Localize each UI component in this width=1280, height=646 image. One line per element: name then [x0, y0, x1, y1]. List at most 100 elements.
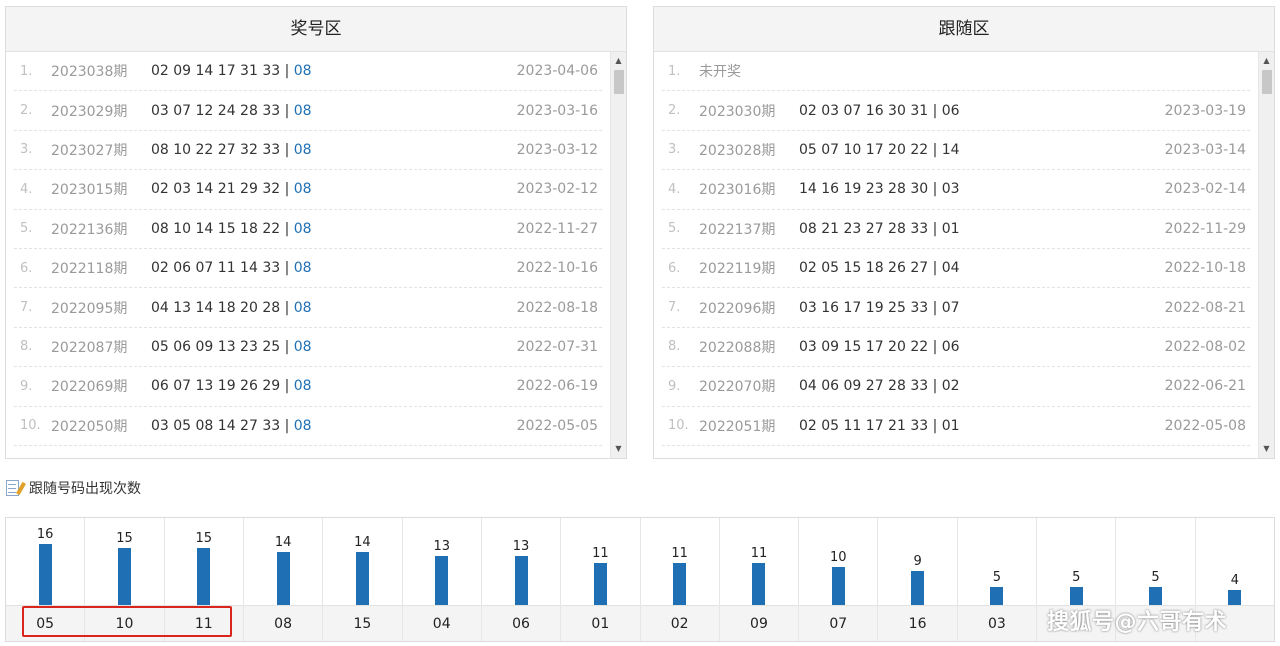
list-item: 1. 2023038期 02 09 14 17 31 33 | 08 2023-04-… [14, 52, 602, 92]
draw-date: 2022-05-08 [1164, 417, 1246, 434]
bar-area: 5 [958, 518, 1036, 606]
draw-date: 2022-05-05 [516, 417, 598, 434]
row-index: 6. [668, 260, 681, 276]
issue-number: 2022070期 [699, 379, 776, 396]
row-index: 7. [20, 300, 33, 316]
panel-title: 跟随区 [654, 7, 1274, 52]
list-item: 2. 2023030期 02 03 07 16 30 31 | 06 2023-03-… [662, 91, 1250, 131]
blue-number: 08 [293, 260, 312, 277]
list-item: 9. 2022069期 06 07 13 19 26 29 | 08 2022-06-… [14, 367, 602, 407]
draw-date: 2023-03-16 [516, 102, 598, 119]
category-label: 16 [878, 605, 957, 641]
scrollbar[interactable]: ▲ ▼ [610, 52, 626, 458]
list-item: 6. 2022119期 02 05 15 18 26 27 | 04 2022-10-… [662, 249, 1250, 289]
red-numbers: 03 07 12 24 28 33 | [151, 102, 294, 119]
red-numbers: 02 03 14 21 29 32 | [151, 181, 294, 198]
scroll-up-arrow-icon[interactable]: ▲ [1259, 54, 1274, 68]
chart-bar [911, 571, 925, 606]
follow-number-panel: 跟随区 1. 未开奖 2. 2023030期 02 03 07 16 30 31 |… [653, 6, 1275, 459]
chart-bar [990, 587, 1004, 606]
chart-column: 14 15 [323, 518, 403, 641]
list-item: 5. 2022136期 08 10 14 15 18 22 | 08 2022-11-… [14, 210, 602, 249]
draw-numbers: 06 07 13 19 26 29 | 08 [151, 378, 502, 394]
issue-number: 2022118期 [51, 261, 128, 278]
issue-number: 2023027期 [51, 142, 128, 159]
chart-bar [276, 552, 290, 606]
watermark: 搜狐号@六哥有术 [1047, 610, 1228, 635]
bar-value-label: 10 [830, 550, 847, 565]
prize-number-panel: 奖号区 1. 2023038期 02 09 14 17 31 33 | 08 2023… [5, 6, 627, 459]
row-index: 6. [20, 260, 33, 276]
draw-numbers: 05 06 09 13 23 25 | 08 [151, 339, 502, 355]
draw-date: 2022-11-27 [516, 220, 598, 237]
category-label: 07 [799, 605, 878, 641]
bar-value-label: 13 [512, 539, 530, 554]
draw-date: 2023-03-19 [1164, 102, 1246, 119]
bar-area: 11 [641, 518, 719, 606]
not-drawn-label: 未开奖 [699, 64, 741, 81]
scroll-thumb[interactable] [614, 70, 624, 94]
row-index: 8. [668, 339, 681, 355]
list-item: 6. 2022118期 02 06 07 11 14 33 | 08 2022-10-… [14, 249, 602, 289]
blue-number: 08 [293, 63, 312, 80]
issue-number: 2022050期 [51, 418, 128, 435]
bar-value-label: 13 [433, 539, 450, 554]
list-item: 7. 2022095期 04 13 14 18 20 28 | 08 2022-08-… [14, 288, 602, 328]
issue-number: 2022069期 [51, 379, 128, 396]
prize-list: 1. 2023038期 02 09 14 17 31 33 | 08 2023-04-… [6, 52, 610, 458]
row-index: 8. [20, 339, 33, 355]
category-label: 15 [323, 605, 402, 641]
chart-column: 11 01 [561, 518, 641, 641]
row-index: 1. [20, 63, 33, 79]
chart-column: 14 08 [243, 518, 324, 641]
row-index: 5. [20, 221, 33, 237]
chart-column: 9 16 [878, 518, 958, 641]
chart-bar [752, 563, 766, 606]
bar-value-label: 11 [592, 546, 609, 561]
red-numbers: 04 13 14 18 20 28 | [151, 299, 294, 316]
list-item: 8. 2022087期 05 06 09 13 23 25 | 08 2022-07-… [14, 328, 602, 368]
draw-date: 2023-02-12 [516, 181, 598, 198]
draw-numbers: 02 05 11 17 21 33 | 01 [799, 417, 960, 434]
list-item: 3. 2023027期 08 10 22 27 32 33 | 08 2023-03-… [14, 131, 602, 171]
category-label: 01 [561, 605, 640, 641]
scroll-down-arrow-icon[interactable]: ▼ [611, 442, 626, 456]
section-heading: 跟随号码出现次数 [5, 477, 141, 499]
chart-bar [197, 548, 211, 606]
draw-numbers: 04 13 14 18 20 28 | 08 [151, 300, 502, 316]
scroll-up-arrow-icon[interactable]: ▲ [611, 54, 626, 68]
scroll-thumb[interactable] [1262, 70, 1272, 94]
scroll-down-arrow-icon[interactable]: ▼ [1259, 442, 1274, 456]
bar-value-label: 9 [913, 554, 922, 569]
bar-area: 13 [403, 518, 481, 606]
draw-numbers: 04 06 09 27 28 33 | 02 [799, 378, 960, 395]
issue-number: 2022096期 [699, 300, 776, 317]
draw-date: 2022-07-31 [516, 338, 598, 355]
bar-area: 14 [323, 518, 401, 606]
draw-numbers: 03 05 08 14 27 33 | 08 [151, 418, 502, 434]
blue-number: 08 [293, 102, 312, 119]
bar-area: 11 [561, 518, 639, 606]
red-numbers: 02 06 07 11 14 33 | [151, 260, 294, 277]
category-label: 04 [402, 605, 481, 641]
list-item: 9. 2022070期 04 06 09 27 28 33 | 02 2022-06-… [662, 367, 1250, 407]
bar-value-label: 11 [671, 546, 688, 561]
draw-date: 2022-08-21 [1164, 299, 1246, 316]
blue-number: 08 [293, 338, 312, 355]
blue-number: 08 [293, 378, 312, 395]
red-numbers: 08 10 22 27 32 33 | [151, 141, 294, 158]
list-item: 1. 未开奖 [662, 52, 1250, 92]
chart-bar [831, 567, 845, 606]
red-numbers: 02 09 14 17 31 33 | [151, 63, 294, 80]
issue-number: 2022095期 [51, 300, 128, 317]
list-item: 10. 2022050期 03 05 08 14 27 33 | 08 2022-05… [14, 407, 602, 446]
issue-number: 2022087期 [51, 339, 128, 356]
list-item: 2. 2023029期 03 07 12 24 28 33 | 08 2023-03-… [14, 91, 602, 131]
bar-area: 5 [1037, 518, 1115, 606]
row-index: 3. [668, 142, 681, 158]
row-index: 4. [20, 181, 33, 197]
draw-numbers: 03 16 17 19 25 33 | 07 [799, 299, 960, 316]
row-index: 10. [20, 418, 41, 434]
scrollbar[interactable]: ▲ ▼ [1258, 52, 1274, 458]
panel-title: 奖号区 [6, 7, 626, 52]
